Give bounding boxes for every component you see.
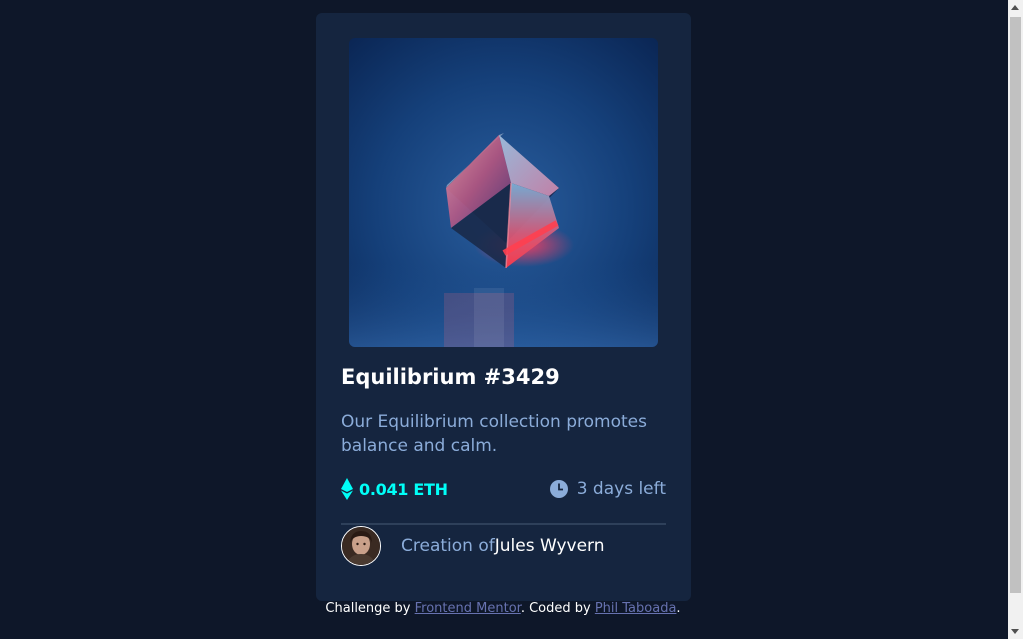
- creator-name-link[interactable]: Jules Wyvern: [495, 536, 605, 556]
- creator-text: Creation ofJules Wyvern: [401, 536, 605, 556]
- card-title[interactable]: Equilibrium #3429: [341, 362, 560, 392]
- price-value: 0.041 ETH: [359, 479, 448, 499]
- clock-icon: [549, 480, 568, 498]
- card-stats: 0.041 ETH 3 days left: [341, 475, 666, 503]
- creator-prefix: Creation of: [401, 536, 495, 556]
- card-description: Our Equilibrium collection promotes bala…: [341, 412, 647, 456]
- attribution-prefix: Challenge by: [325, 601, 415, 616]
- scroll-down-arrow-icon[interactable]: [1011, 629, 1019, 634]
- attribution-middle: . Coded by: [520, 601, 595, 616]
- attribution-suffix: .: [676, 601, 681, 616]
- nft-card: Equilibrium #3429 Our Equilibrium collec…: [316, 13, 691, 601]
- scrollbar-thumb[interactable]: [1010, 17, 1021, 593]
- nft-image[interactable]: [349, 38, 658, 347]
- frontend-mentor-link[interactable]: Frontend Mentor: [415, 601, 521, 616]
- time-left: 3 days left: [549, 475, 666, 503]
- divider: [341, 523, 666, 525]
- time-left-value: 3 days left: [576, 479, 666, 499]
- attribution: Challenge by Frontend Mentor. Coded by P…: [0, 601, 1006, 616]
- ethereum-icon: [341, 478, 353, 500]
- avatar: [341, 526, 381, 566]
- page: Equilibrium #3429 Our Equilibrium collec…: [0, 0, 1008, 639]
- vertical-scrollbar[interactable]: [1008, 0, 1023, 639]
- price: 0.041 ETH: [341, 475, 448, 503]
- author-link[interactable]: Phil Taboada: [595, 601, 677, 616]
- equilibrium-cube-image: [349, 38, 658, 347]
- creator: Creation ofJules Wyvern: [341, 526, 671, 566]
- scroll-up-arrow-icon[interactable]: [1011, 5, 1019, 10]
